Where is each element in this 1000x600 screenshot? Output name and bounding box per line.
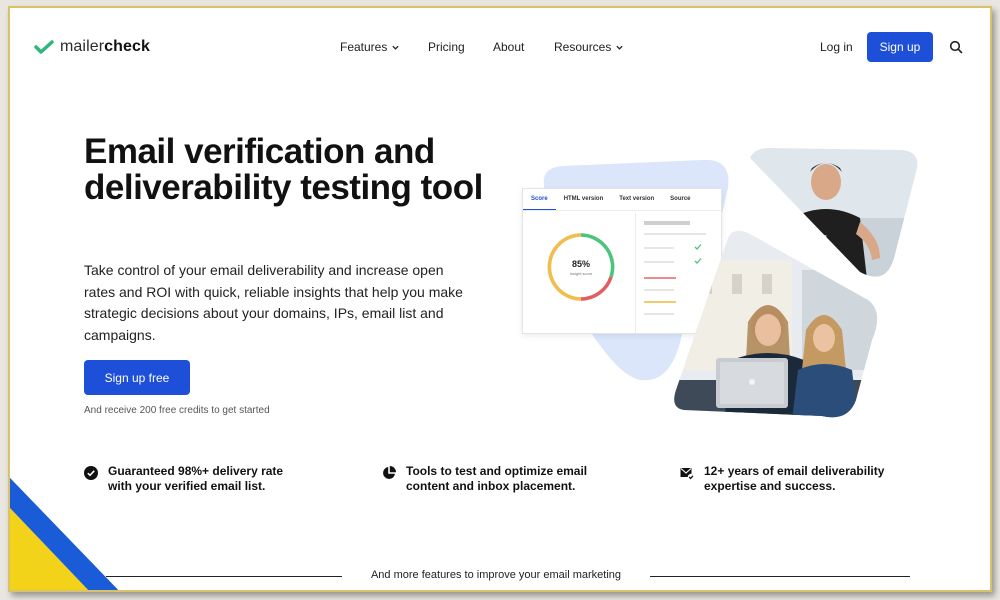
logo-text: mailercheck bbox=[60, 38, 151, 55]
tab-html-version[interactable]: HTML version bbox=[556, 189, 612, 210]
logo[interactable]: mailercheck bbox=[34, 38, 150, 56]
signup-free-button[interactable]: Sign up free bbox=[84, 360, 190, 395]
tab-text-version[interactable]: Text version bbox=[611, 189, 662, 210]
feature-text: 12+ years of email deliverability expert… bbox=[704, 464, 885, 493]
hero-visual: Score HTML version Text version Source 8… bbox=[522, 148, 918, 418]
nav-about[interactable]: About bbox=[493, 40, 524, 54]
signup-button[interactable]: Sign up bbox=[867, 32, 933, 62]
divider-right bbox=[650, 576, 910, 577]
site-header: mailercheck Features Pricing About Resou… bbox=[10, 8, 990, 88]
hero-title: Email verification and deliverability te… bbox=[84, 132, 483, 207]
login-link[interactable]: Log in bbox=[820, 40, 853, 54]
pie-chart-icon bbox=[383, 466, 396, 479]
feature-tools: Tools to test and optimize email content… bbox=[382, 464, 606, 494]
report-tabs: Score HTML version Text version Source bbox=[523, 189, 721, 211]
hero-description: Take control of your email deliverabilit… bbox=[84, 262, 463, 343]
nav-pricing-label: Pricing bbox=[428, 40, 465, 54]
page-frame: mailercheck Features Pricing About Resou… bbox=[8, 6, 992, 592]
chevron-down-icon bbox=[616, 45, 624, 50]
chevron-down-icon bbox=[392, 45, 400, 50]
tab-score[interactable]: Score bbox=[523, 189, 556, 210]
logo-check-icon bbox=[34, 40, 54, 54]
email-check-icon bbox=[680, 468, 694, 480]
nav-pricing[interactable]: Pricing bbox=[428, 40, 465, 54]
score-value: 85% bbox=[571, 259, 590, 269]
photo-women bbox=[674, 230, 878, 418]
flag-stripe-decoration bbox=[10, 478, 119, 590]
search-icon[interactable] bbox=[949, 40, 963, 54]
more-features-text: And more features to improve your email … bbox=[370, 569, 622, 581]
tab-source[interactable]: Source bbox=[662, 189, 698, 210]
feature-text: Tools to test and optimize email content… bbox=[406, 464, 588, 493]
nav-about-label: About bbox=[493, 40, 525, 54]
nav-resources[interactable]: Resources bbox=[554, 40, 624, 54]
nav-features[interactable]: Features bbox=[340, 40, 400, 54]
hero-note: And receive 200 free credits to get star… bbox=[84, 405, 270, 416]
score-label: Insight score bbox=[569, 271, 593, 276]
nav-features-label: Features bbox=[340, 40, 388, 54]
feature-expertise: 12+ years of email deliverability expert… bbox=[680, 464, 904, 494]
nav-resources-label: Resources bbox=[554, 40, 612, 54]
divider-left bbox=[106, 576, 342, 577]
